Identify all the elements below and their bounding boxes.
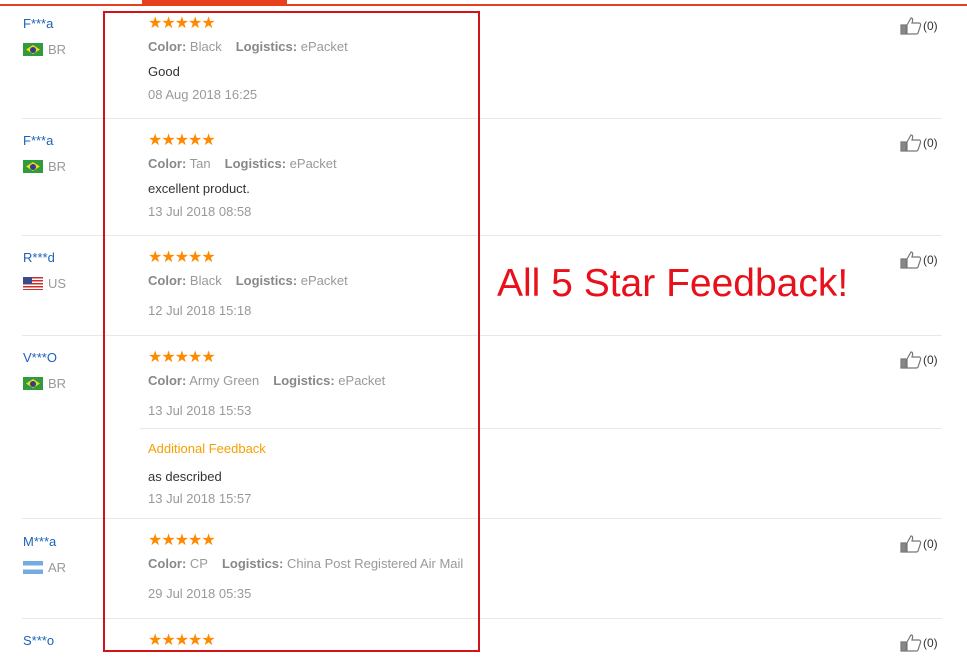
reviewer-country: AR [23, 560, 66, 575]
reviewer-name[interactable]: F***a [23, 133, 53, 148]
reviewer-name[interactable]: M***a [23, 534, 56, 549]
review-attributes: Color: CP Logistics: China Post Registere… [148, 556, 464, 571]
review-divider [22, 235, 942, 236]
argentina-flag-icon [23, 561, 43, 574]
helpful-button[interactable]: (0) [900, 17, 938, 35]
helpful-button[interactable]: (0) [900, 535, 938, 553]
review-attributes: Color: Tan Logistics: ePacket [148, 156, 337, 171]
helpful-button[interactable]: (0) [900, 134, 938, 152]
review-date: 13 Jul 2018 08:58 [148, 204, 252, 219]
star-rating: ★★★★★ [148, 349, 216, 366]
helpful-count: (0) [923, 253, 938, 267]
reviewer-name[interactable]: V***O [23, 350, 57, 365]
star-rating: ★★★★★ [148, 532, 216, 549]
helpful-button[interactable]: (0) [900, 634, 938, 652]
review-text: Good [148, 64, 180, 79]
additional-feedback-date: 13 Jul 2018 15:57 [148, 491, 252, 506]
reviewer-country: US [23, 276, 66, 291]
active-tab-indicator[interactable] [142, 0, 287, 6]
review-divider [22, 118, 942, 119]
review-divider [22, 618, 942, 619]
helpful-button[interactable]: (0) [900, 251, 938, 269]
review-divider [22, 518, 942, 519]
additional-feedback-divider [140, 428, 942, 429]
helpful-count: (0) [923, 537, 938, 551]
star-rating: ★★★★★ [148, 132, 216, 149]
helpful-count: (0) [923, 636, 938, 650]
brazil-flag-icon [23, 160, 43, 173]
thumbs-up-icon [900, 634, 922, 652]
helpful-count: (0) [923, 136, 938, 150]
tab-bar [0, 0, 967, 6]
reviewer-name[interactable]: S***o [23, 633, 54, 648]
review-text: excellent product. [148, 181, 250, 196]
thumbs-up-icon [900, 535, 922, 553]
star-rating: ★★★★★ [148, 632, 216, 649]
thumbs-up-icon [900, 351, 922, 369]
helpful-count: (0) [923, 353, 938, 367]
additional-feedback-text: as described [148, 469, 222, 484]
brazil-flag-icon [23, 377, 43, 390]
review-date: 08 Aug 2018 16:25 [148, 87, 258, 102]
star-rating: ★★★★★ [148, 15, 216, 32]
thumbs-up-icon [900, 17, 922, 35]
reviewer-country: BR [23, 159, 66, 174]
additional-feedback-heading: Additional Feedback [148, 441, 266, 456]
brazil-flag-icon [23, 43, 43, 56]
thumbs-up-icon [900, 251, 922, 269]
review-date: 13 Jul 2018 15:53 [148, 403, 252, 418]
helpful-count: (0) [923, 19, 938, 33]
star-rating: ★★★★★ [148, 249, 216, 266]
review-attributes: Color: Black Logistics: ePacket [148, 39, 348, 54]
review-attributes: Color: Army Green Logistics: ePacket [148, 373, 386, 388]
thumbs-up-icon [900, 134, 922, 152]
reviewer-name[interactable]: F***a [23, 16, 53, 31]
review-attributes: Color: Black Logistics: ePacket [148, 273, 348, 288]
helpful-button[interactable]: (0) [900, 351, 938, 369]
annotation-callout: All 5 Star Feedback! [497, 262, 849, 305]
usa-flag-icon [23, 277, 43, 290]
review-divider [22, 335, 942, 336]
reviewer-country: BR [23, 42, 66, 57]
review-date: 29 Jul 2018 05:35 [148, 586, 252, 601]
review-date: 12 Jul 2018 15:18 [148, 303, 252, 318]
reviewer-country: BR [23, 376, 66, 391]
reviewer-name[interactable]: R***d [23, 250, 55, 265]
